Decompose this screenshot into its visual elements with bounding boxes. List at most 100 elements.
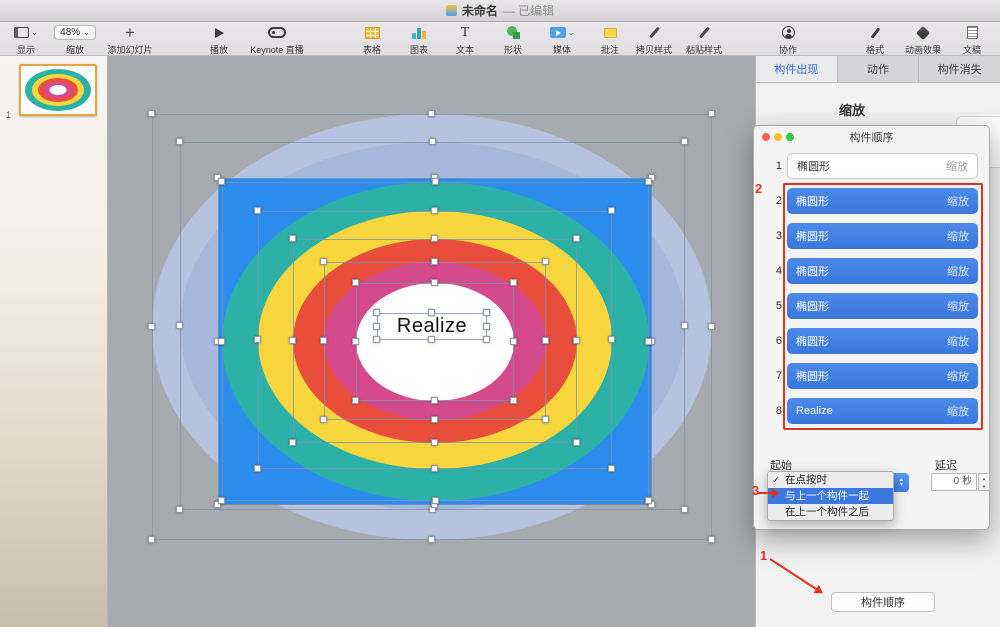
- selection-handle[interactable]: [320, 337, 327, 344]
- selection-handle[interactable]: [352, 397, 359, 404]
- comment-button[interactable]: 批注: [590, 25, 630, 56]
- selection-handle[interactable]: [431, 439, 438, 446]
- selection-handle[interactable]: [428, 336, 435, 343]
- selection-handle[interactable]: [254, 465, 261, 472]
- build-item-pill[interactable]: Realize缩放: [787, 398, 978, 424]
- selection-handle[interactable]: [483, 309, 490, 316]
- table-button[interactable]: 表格: [350, 25, 394, 56]
- shape-button[interactable]: 形状: [492, 25, 534, 56]
- format-button[interactable]: 格式: [854, 25, 896, 56]
- selection-handle[interactable]: [148, 110, 155, 117]
- selection-handle[interactable]: [148, 536, 155, 543]
- selection-handle[interactable]: [352, 338, 359, 345]
- selection-handle[interactable]: [573, 337, 580, 344]
- selection-handle[interactable]: [431, 397, 438, 404]
- menu-item[interactable]: 与上一个构件一起: [768, 488, 893, 504]
- selection-handle[interactable]: [483, 336, 490, 343]
- selection-handle[interactable]: [373, 309, 380, 316]
- selection-handle[interactable]: [432, 178, 439, 185]
- animate-button[interactable]: 动画效果: [896, 25, 950, 56]
- selection-handle[interactable]: [542, 258, 549, 265]
- build-item-pill[interactable]: 椭圆形缩放: [787, 293, 978, 319]
- build-order-row[interactable]: 3椭圆形缩放: [754, 223, 989, 249]
- selection-handle[interactable]: [254, 336, 261, 343]
- selection-handle[interactable]: [431, 416, 438, 423]
- selection-handle[interactable]: [428, 110, 435, 117]
- selection-handle[interactable]: [510, 338, 517, 345]
- zoom-button[interactable]: 48%⌄ 缩放: [50, 25, 100, 56]
- selection-handle[interactable]: [483, 323, 490, 330]
- selection-handle[interactable]: [542, 416, 549, 423]
- menu-item[interactable]: 在上一个构件之后: [768, 504, 893, 520]
- selection-handle[interactable]: [176, 322, 183, 329]
- selection-handle[interactable]: [431, 235, 438, 242]
- slide-canvas[interactable]: Realize: [108, 56, 755, 627]
- selection-handle[interactable]: [542, 337, 549, 344]
- selection-handle[interactable]: [708, 536, 715, 543]
- collaborate-button[interactable]: 协作: [764, 25, 812, 56]
- selection-handle[interactable]: [429, 138, 436, 145]
- selection-handle[interactable]: [645, 338, 652, 345]
- build-item-pill[interactable]: 椭圆形缩放: [787, 153, 978, 179]
- build-item-pill[interactable]: 椭圆形缩放: [787, 223, 978, 249]
- document-button[interactable]: 文稿: [950, 25, 994, 56]
- selection-handle[interactable]: [431, 279, 438, 286]
- tab-action[interactable]: 动作: [838, 56, 920, 82]
- build-order-row[interactable]: 4椭圆形缩放: [754, 258, 989, 284]
- selection-handle[interactable]: [373, 336, 380, 343]
- selection-handle[interactable]: [681, 506, 688, 513]
- build-order-row[interactable]: 2椭圆形缩放: [754, 188, 989, 214]
- selection-handle[interactable]: [428, 536, 435, 543]
- selection-handle[interactable]: [176, 138, 183, 145]
- build-item-pill[interactable]: 椭圆形缩放: [787, 188, 978, 214]
- selection-handle[interactable]: [681, 138, 688, 145]
- build-order-row[interactable]: 8Realize缩放: [754, 398, 989, 424]
- selection-handle[interactable]: [254, 207, 261, 214]
- paste-style-button[interactable]: 粘贴样式: [680, 25, 728, 56]
- build-order-row[interactable]: 7椭圆形缩放: [754, 363, 989, 389]
- text-button[interactable]: T 文本: [444, 25, 486, 56]
- build-order-button[interactable]: 构件顺序: [831, 592, 935, 612]
- build-order-row[interactable]: 1椭圆形缩放: [754, 153, 989, 179]
- selection-handle[interactable]: [431, 465, 438, 472]
- zoom-value[interactable]: 48%⌄: [54, 25, 96, 40]
- selection-handle[interactable]: [573, 235, 580, 242]
- selection-handle[interactable]: [428, 309, 435, 316]
- build-item-pill[interactable]: 椭圆形缩放: [787, 363, 978, 389]
- menu-item[interactable]: ✓在点按时: [768, 472, 893, 488]
- tab-build-out[interactable]: 构件消失: [919, 56, 1000, 82]
- selection-handle[interactable]: [373, 323, 380, 330]
- tab-build-in[interactable]: 构件出现: [756, 56, 838, 82]
- selection-handle[interactable]: [681, 322, 688, 329]
- delay-input[interactable]: 0 秒: [931, 473, 977, 491]
- build-order-row[interactable]: 6椭圆形缩放: [754, 328, 989, 354]
- build-item-pill[interactable]: 椭圆形缩放: [787, 328, 978, 354]
- selection-handle[interactable]: [431, 258, 438, 265]
- slide-thumbnail[interactable]: [19, 64, 97, 116]
- delay-stepper[interactable]: ▲ ▼: [978, 473, 990, 491]
- selection-handle[interactable]: [176, 506, 183, 513]
- selection-handle[interactable]: [148, 323, 155, 330]
- selection-handle[interactable]: [218, 178, 225, 185]
- selection-handle[interactable]: [608, 336, 615, 343]
- chart-button[interactable]: 图表: [398, 25, 440, 56]
- zoom-window-icon[interactable]: [786, 133, 794, 141]
- selection-handle[interactable]: [708, 323, 715, 330]
- play-button[interactable]: 播放: [196, 25, 242, 56]
- selection-handle[interactable]: [352, 279, 359, 286]
- selection-handle[interactable]: [608, 465, 615, 472]
- add-slide-button[interactable]: + 添加幻灯片: [103, 25, 157, 56]
- selection-handle[interactable]: [218, 497, 225, 504]
- selection-handle[interactable]: [608, 207, 615, 214]
- keynote-live-button[interactable]: Keynote 直播: [244, 25, 310, 56]
- selection-handle[interactable]: [320, 258, 327, 265]
- selection-handle[interactable]: [645, 178, 652, 185]
- selection-handle[interactable]: [573, 439, 580, 446]
- view-button[interactable]: ⌄ 显示: [6, 25, 46, 56]
- selection-handle[interactable]: [289, 235, 296, 242]
- selection-handle[interactable]: [218, 338, 225, 345]
- build-order-row[interactable]: 5椭圆形缩放: [754, 293, 989, 319]
- selection-handle[interactable]: [510, 279, 517, 286]
- selection-handle[interactable]: [432, 497, 439, 504]
- start-dropdown-fragment[interactable]: ▲ ▼: [894, 473, 909, 492]
